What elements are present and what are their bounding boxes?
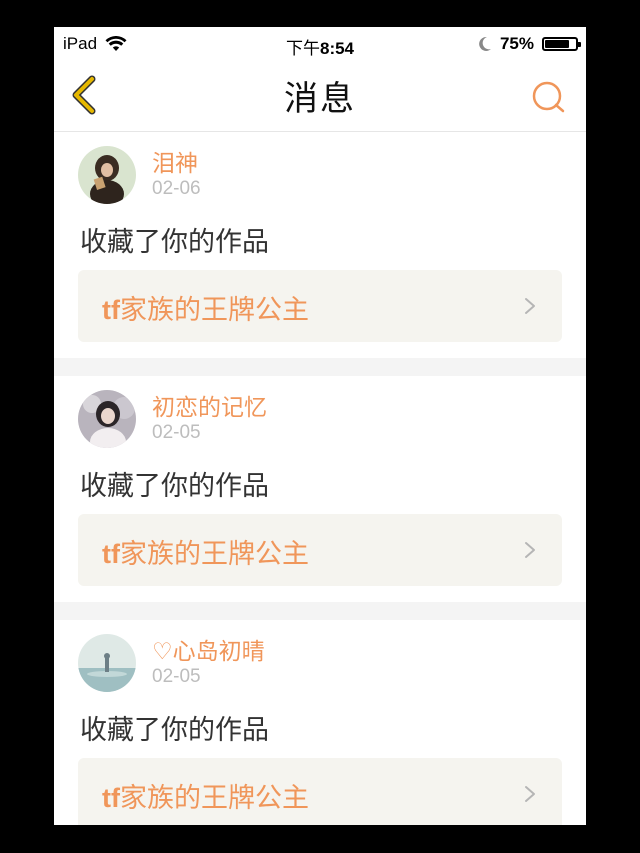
- user-name[interactable]: ♡心岛初晴: [152, 632, 265, 666]
- nav-bar: 消息: [54, 61, 586, 132]
- work-title-prefix: tf: [102, 539, 120, 569]
- message-action: 收藏了你的作品: [80, 227, 269, 258]
- chevron-right-icon: [525, 542, 535, 558]
- message-list: 泪神 02-06 收藏了你的作品 tf家族的王牌公主 初恋的记忆 02-05 收…: [54, 132, 586, 825]
- message-date: 02-05: [152, 422, 201, 443]
- status-bar: iPad 下午8:54 75%: [54, 27, 586, 61]
- work-link[interactable]: tf家族的王牌公主: [78, 270, 562, 342]
- work-title-rest: 家族的王牌公主: [119, 295, 309, 326]
- search-icon[interactable]: [530, 79, 566, 115]
- message-card: 泪神 02-06 收藏了你的作品 tf家族的王牌公主: [54, 132, 586, 358]
- avatar[interactable]: [78, 146, 136, 204]
- work-link[interactable]: tf家族的王牌公主: [78, 514, 562, 586]
- work-title: tf家族的王牌公主: [102, 288, 309, 327]
- battery-icon: [542, 37, 581, 51]
- chevron-right-icon: [525, 786, 535, 802]
- work-title: tf家族的王牌公主: [102, 532, 309, 571]
- message-action: 收藏了你的作品: [80, 471, 269, 502]
- divider: [54, 358, 586, 376]
- time-value: 8:54: [319, 39, 355, 58]
- chevron-right-icon: [525, 298, 535, 314]
- time-prefix: 下午: [285, 39, 320, 58]
- message-card: ♡心岛初晴 02-05 收藏了你的作品 tf家族的王牌公主: [54, 620, 586, 825]
- work-title-prefix: tf: [102, 295, 120, 325]
- divider: [54, 602, 586, 620]
- user-name[interactable]: 初恋的记忆: [152, 388, 267, 422]
- avatar[interactable]: [78, 634, 136, 692]
- work-title-prefix: tf: [102, 783, 120, 813]
- message-date: 02-05: [152, 666, 201, 687]
- status-right: 75%: [478, 34, 581, 54]
- work-title-rest: 家族的王牌公主: [119, 783, 309, 814]
- message-date: 02-06: [152, 178, 201, 199]
- user-name[interactable]: 泪神: [152, 144, 198, 178]
- avatar[interactable]: [78, 390, 136, 448]
- battery-percent: 75%: [499, 34, 534, 53]
- work-title-rest: 家族的王牌公主: [119, 539, 309, 570]
- message-action: 收藏了你的作品: [80, 715, 269, 746]
- moon-icon: [479, 36, 491, 51]
- message-card: 初恋的记忆 02-05 收藏了你的作品 tf家族的王牌公主: [54, 376, 586, 602]
- page-title: 消息: [284, 79, 356, 119]
- screen: iPad 下午8:54 75% 消息 泪神 02-06 收藏了你的作品 tf家族…: [54, 27, 586, 825]
- work-link[interactable]: tf家族的王牌公主: [78, 758, 562, 825]
- work-title: tf家族的王牌公主: [102, 776, 309, 815]
